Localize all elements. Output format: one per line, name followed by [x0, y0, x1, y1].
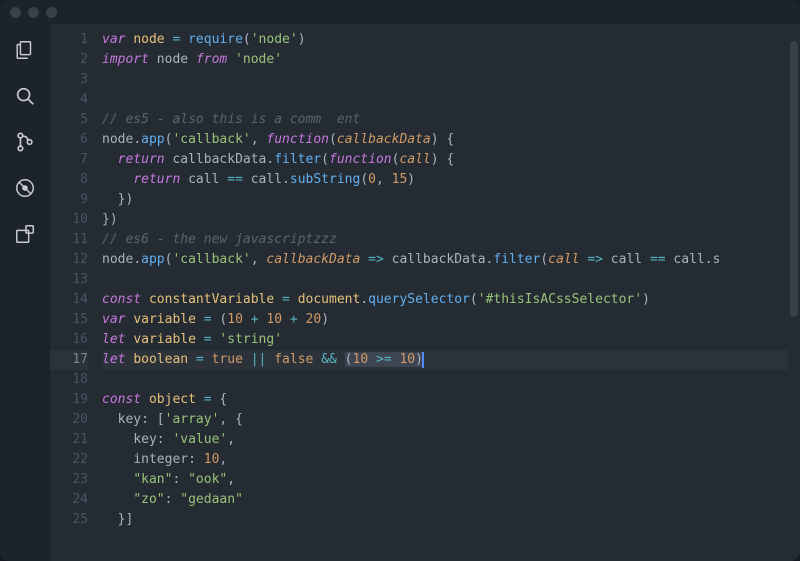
- line-number[interactable]: 11: [50, 230, 88, 250]
- code-line[interactable]: [102, 90, 788, 110]
- code-line[interactable]: "kan": "ook",: [102, 470, 788, 490]
- code-line[interactable]: return call == call.subString(0, 15): [102, 170, 788, 190]
- line-number[interactable]: 13: [50, 270, 88, 290]
- code-line[interactable]: [102, 70, 788, 90]
- line-number[interactable]: 2: [50, 50, 88, 70]
- files-icon[interactable]: [13, 38, 37, 62]
- line-number[interactable]: 9: [50, 190, 88, 210]
- traffic-light-close[interactable]: [10, 7, 21, 18]
- code-area[interactable]: var node = require('node')import node fr…: [102, 30, 788, 561]
- text-cursor: [422, 352, 424, 368]
- code-line[interactable]: var variable = (10 + 10 + 20): [102, 310, 788, 330]
- scrollbar-thumb[interactable]: [790, 41, 798, 317]
- debug-icon[interactable]: [13, 176, 37, 200]
- line-number[interactable]: 25: [50, 510, 88, 530]
- line-number[interactable]: 22: [50, 450, 88, 470]
- code-line[interactable]: "zo": "gedaan": [102, 490, 788, 510]
- code-line[interactable]: const object = {: [102, 390, 788, 410]
- line-number[interactable]: 20: [50, 410, 88, 430]
- line-number[interactable]: 3: [50, 70, 88, 90]
- code-line[interactable]: var node = require('node'): [102, 30, 788, 50]
- vertical-scrollbar[interactable]: [788, 30, 800, 561]
- line-number[interactable]: 23: [50, 470, 88, 490]
- line-number[interactable]: 1: [50, 30, 88, 50]
- traffic-light-zoom[interactable]: [46, 7, 57, 18]
- line-number[interactable]: 24: [50, 490, 88, 510]
- code-line[interactable]: }): [102, 190, 788, 210]
- code-editor[interactable]: 1234567891011121314151617181920212223242…: [50, 24, 800, 561]
- code-line[interactable]: [102, 370, 788, 390]
- code-line[interactable]: key: ['array', {: [102, 410, 788, 430]
- window-body: 1234567891011121314151617181920212223242…: [0, 24, 800, 561]
- line-number[interactable]: 12: [50, 250, 88, 270]
- code-line[interactable]: [102, 270, 788, 290]
- source-control-icon[interactable]: [13, 130, 37, 154]
- code-line[interactable]: let boolean = true || false && (10 >= 10…: [102, 350, 788, 370]
- line-number[interactable]: 14: [50, 290, 88, 310]
- line-number[interactable]: 5: [50, 110, 88, 130]
- code-line[interactable]: node.app('callback', callbackData => cal…: [102, 250, 788, 270]
- code-line[interactable]: node.app('callback', function(callbackDa…: [102, 130, 788, 150]
- line-number[interactable]: 19: [50, 390, 88, 410]
- extensions-icon[interactable]: [13, 222, 37, 246]
- traffic-light-minimize[interactable]: [28, 7, 39, 18]
- code-line[interactable]: }]: [102, 510, 788, 530]
- editor-window: 1234567891011121314151617181920212223242…: [0, 0, 800, 561]
- code-line[interactable]: const constantVariable = document.queryS…: [102, 290, 788, 310]
- code-line[interactable]: let variable = 'string': [102, 330, 788, 350]
- titlebar[interactable]: [0, 0, 800, 24]
- code-line[interactable]: return callbackData.filter(function(call…: [102, 150, 788, 170]
- line-number[interactable]: 15: [50, 310, 88, 330]
- line-number[interactable]: 17: [50, 350, 88, 370]
- search-icon[interactable]: [13, 84, 37, 108]
- code-line[interactable]: key: 'value',: [102, 430, 788, 450]
- line-number[interactable]: 4: [50, 90, 88, 110]
- code-line[interactable]: import node from 'node': [102, 50, 788, 70]
- line-number[interactable]: 18: [50, 370, 88, 390]
- code-line[interactable]: // es5 - also this is a comm ent: [102, 110, 788, 130]
- code-line[interactable]: // es6 - the new javascriptzzz: [102, 230, 788, 250]
- line-number[interactable]: 16: [50, 330, 88, 350]
- line-number[interactable]: 21: [50, 430, 88, 450]
- line-number[interactable]: 8: [50, 170, 88, 190]
- line-number-gutter[interactable]: 1234567891011121314151617181920212223242…: [50, 30, 102, 561]
- code-line[interactable]: integer: 10,: [102, 450, 788, 470]
- activity-bar: [0, 24, 50, 561]
- line-number[interactable]: 10: [50, 210, 88, 230]
- code-line[interactable]: }): [102, 210, 788, 230]
- line-number[interactable]: 6: [50, 130, 88, 150]
- line-number[interactable]: 7: [50, 150, 88, 170]
